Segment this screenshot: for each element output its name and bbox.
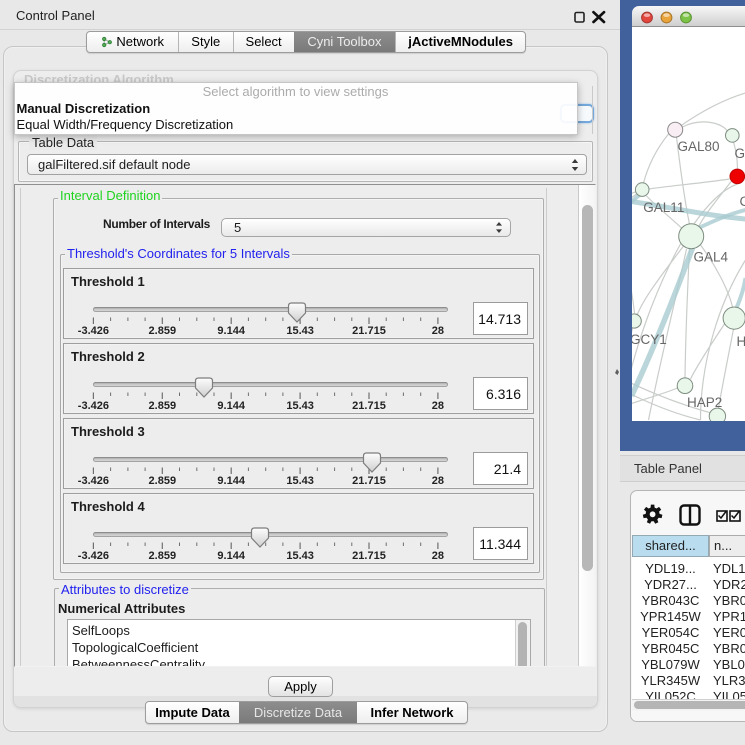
svg-text:GAL11: GAL11	[643, 200, 684, 215]
svg-text:GAL4: GAL4	[693, 250, 728, 265]
svg-text:HAP2: HAP2	[687, 395, 722, 410]
svg-text:HI: HI	[736, 334, 745, 349]
svg-text:CY: CY	[739, 194, 745, 209]
svg-text:GA: GA	[734, 146, 745, 161]
svg-text:GCY1: GCY1	[632, 332, 667, 347]
svg-text:GAL80: GAL80	[677, 139, 719, 154]
